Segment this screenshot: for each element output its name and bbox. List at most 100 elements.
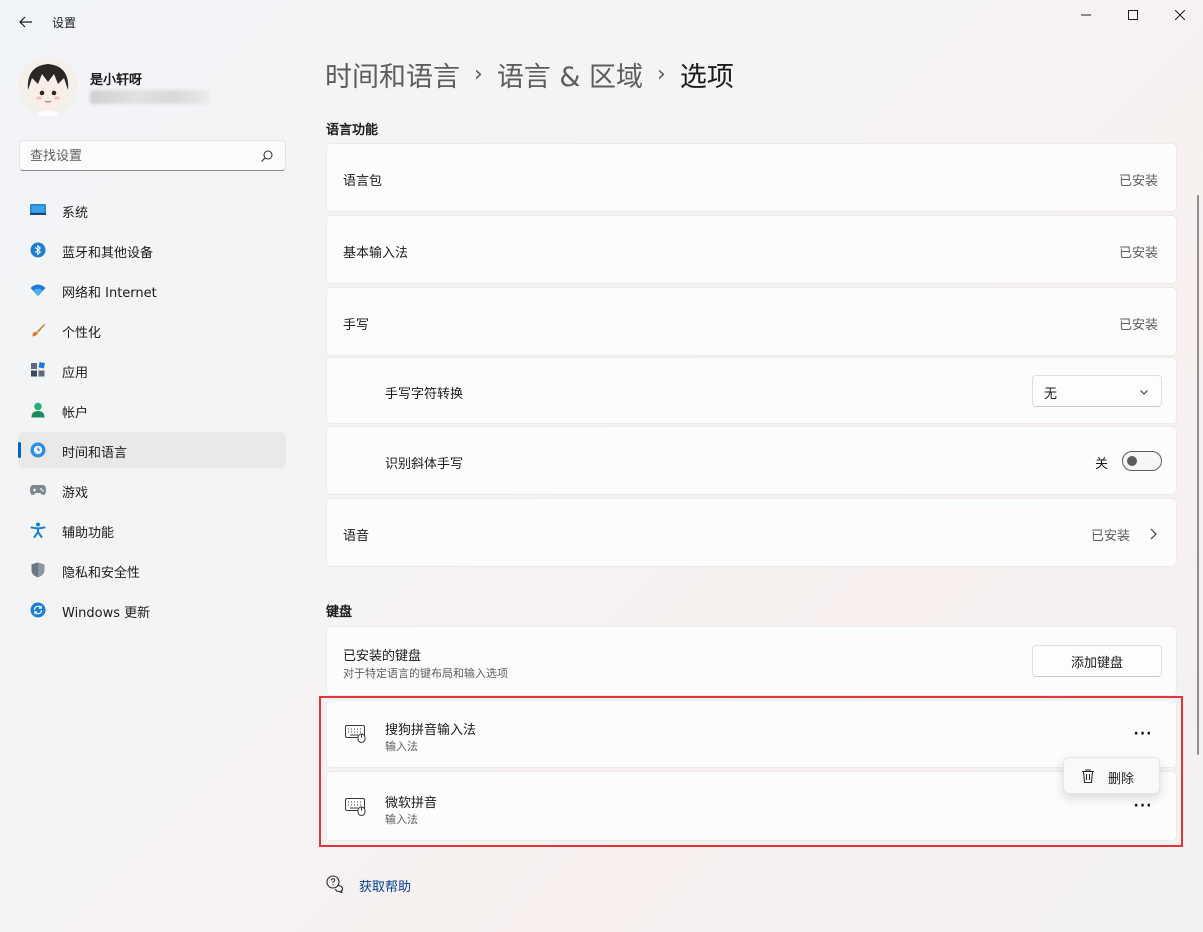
- chevron-right-icon: ›: [657, 62, 666, 87]
- handwriting-label: 手写: [343, 314, 369, 333]
- dropdown-value: 无: [1044, 383, 1057, 402]
- sidebar-item-label: 时间和语言: [62, 442, 127, 461]
- sidebar-item-time-language[interactable]: 时间和语言: [18, 432, 286, 468]
- minimize-button[interactable]: [1063, 0, 1109, 30]
- avatar: [18, 56, 78, 116]
- speech-label: 语音: [343, 525, 369, 544]
- breadcrumb-item[interactable]: 时间和语言: [325, 55, 460, 94]
- add-keyboard-button[interactable]: 添加键盘: [1032, 645, 1162, 677]
- installed-keyboards-card: 已安装的键盘 对于特定语言的键布局和输入选项 添加键盘: [326, 626, 1177, 696]
- gamepad-icon: [30, 482, 46, 498]
- speech-card[interactable]: 语音 已安装: [326, 498, 1177, 567]
- back-arrow-icon: [19, 16, 33, 28]
- keyboard-name: 微软拼音: [385, 792, 437, 811]
- handwriting-status: 已安装: [1119, 314, 1158, 333]
- sidebar-item-personalization[interactable]: 个性化: [18, 312, 286, 348]
- sidebar-item-label: 帐户: [62, 402, 88, 421]
- language-pack-status: 已安装: [1119, 170, 1158, 189]
- speech-status: 已安装: [1091, 525, 1130, 544]
- accessibility-icon: [30, 522, 46, 538]
- basic-input-label: 基本输入法: [343, 242, 408, 261]
- shield-icon: [30, 562, 46, 578]
- section-title-language-features: 语言功能: [326, 119, 378, 138]
- back-button[interactable]: [12, 8, 40, 36]
- get-help-link[interactable]: 获取帮助: [359, 876, 411, 895]
- breadcrumb-item[interactable]: 语言 & 区域: [497, 55, 643, 94]
- scrollbar[interactable]: [1197, 195, 1199, 755]
- language-pack-card: 语言包 已安装: [326, 143, 1177, 212]
- apps-icon: [30, 362, 46, 378]
- keyboard-name: 搜狗拼音输入法: [385, 719, 476, 738]
- wifi-icon: [30, 282, 46, 298]
- search-icon[interactable]: [260, 149, 274, 163]
- sidebar-item-privacy[interactable]: 隐私和安全性: [18, 552, 286, 588]
- language-pack-label: 语言包: [343, 170, 382, 189]
- sidebar-item-label: Windows 更新: [62, 602, 150, 621]
- toggle-state-label: 关: [1095, 453, 1108, 472]
- sidebar-item-bluetooth[interactable]: 蓝牙和其他设备: [18, 232, 286, 268]
- delete-menu-item[interactable]: 删除: [1064, 758, 1161, 795]
- keyboard-type: 输入法: [385, 738, 418, 754]
- search-box[interactable]: [19, 140, 286, 171]
- settings-window: 设置 是小轩呀: [0, 0, 1203, 932]
- keyboard-icon: [345, 725, 367, 743]
- profile-name: 是小轩呀: [90, 69, 142, 88]
- maximize-button[interactable]: [1110, 0, 1156, 30]
- brush-icon: [30, 322, 46, 338]
- close-button[interactable]: [1157, 0, 1203, 30]
- italic-handwriting-label: 识别斜体手写: [385, 453, 463, 472]
- trash-icon: [1080, 768, 1096, 784]
- installed-keyboards-description: 对于特定语言的键布局和输入选项: [343, 665, 508, 681]
- maximize-icon: [1128, 10, 1138, 20]
- sidebar-item-label: 隐私和安全性: [62, 562, 140, 581]
- delete-label: 删除: [1108, 768, 1134, 787]
- breadcrumb-current: 选项: [680, 55, 734, 94]
- more-options-button[interactable]: ···: [1129, 720, 1157, 748]
- handwriting-conversion-dropdown[interactable]: 无: [1032, 375, 1162, 407]
- sidebar-item-accessibility[interactable]: 辅助功能: [18, 512, 286, 548]
- bluetooth-icon: [30, 242, 46, 258]
- help-chat-icon: [326, 875, 344, 893]
- section-title-keyboard: 键盘: [326, 601, 352, 620]
- italic-handwriting-toggle[interactable]: [1122, 451, 1162, 471]
- keyboard-type: 输入法: [385, 811, 418, 827]
- more-options-button[interactable]: ···: [1129, 792, 1157, 820]
- time-language-icon: [30, 442, 46, 458]
- sidebar-item-label: 应用: [62, 362, 88, 381]
- chevron-right-icon: [1149, 528, 1157, 540]
- sidebar-item-label: 辅助功能: [62, 522, 114, 541]
- sidebar-item-system[interactable]: 系统: [18, 192, 286, 228]
- breadcrumb: 时间和语言 › 语言 & 区域 › 选项: [325, 54, 734, 94]
- sidebar-item-windows-update[interactable]: Windows 更新: [18, 592, 286, 628]
- sidebar-item-label: 网络和 Internet: [62, 282, 157, 301]
- update-icon: [30, 602, 46, 618]
- toggle-knob: [1127, 456, 1137, 466]
- sidebar-item-label: 游戏: [62, 482, 88, 501]
- profile-email-redacted: [90, 90, 210, 104]
- title-bar: 设置: [0, 0, 1203, 44]
- minimize-icon: [1081, 10, 1091, 20]
- chevron-right-icon: ›: [474, 62, 483, 87]
- search-input[interactable]: [30, 147, 250, 165]
- installed-keyboards-label: 已安装的键盘: [343, 645, 421, 664]
- handwriting-conversion-label: 手写字符转换: [385, 383, 463, 402]
- basic-input-card: 基本输入法 已安装: [326, 215, 1177, 284]
- sidebar-nav: 系统 蓝牙和其他设备 网络和 Internet 个性化 应用: [18, 192, 286, 632]
- handwriting-card: 手写 已安装: [326, 287, 1177, 356]
- sidebar-item-label: 系统: [62, 202, 88, 221]
- sidebar-item-accounts[interactable]: 帐户: [18, 392, 286, 428]
- system-icon: [30, 202, 46, 218]
- app-title: 设置: [52, 14, 76, 31]
- context-menu: 删除: [1063, 757, 1160, 794]
- sidebar-item-label: 个性化: [62, 322, 101, 341]
- sidebar-item-apps[interactable]: 应用: [18, 352, 286, 388]
- sidebar-item-network[interactable]: 网络和 Internet: [18, 272, 286, 308]
- keyboard-item: 搜狗拼音输入法 输入法 ···: [326, 699, 1177, 768]
- basic-input-status: 已安装: [1119, 242, 1158, 261]
- account-icon: [30, 402, 46, 418]
- close-icon: [1175, 10, 1185, 20]
- sidebar-item-gaming[interactable]: 游戏: [18, 472, 286, 508]
- sidebar-item-label: 蓝牙和其他设备: [62, 242, 153, 261]
- user-profile[interactable]: 是小轩呀: [18, 56, 288, 116]
- chevron-down-icon: [1139, 387, 1149, 397]
